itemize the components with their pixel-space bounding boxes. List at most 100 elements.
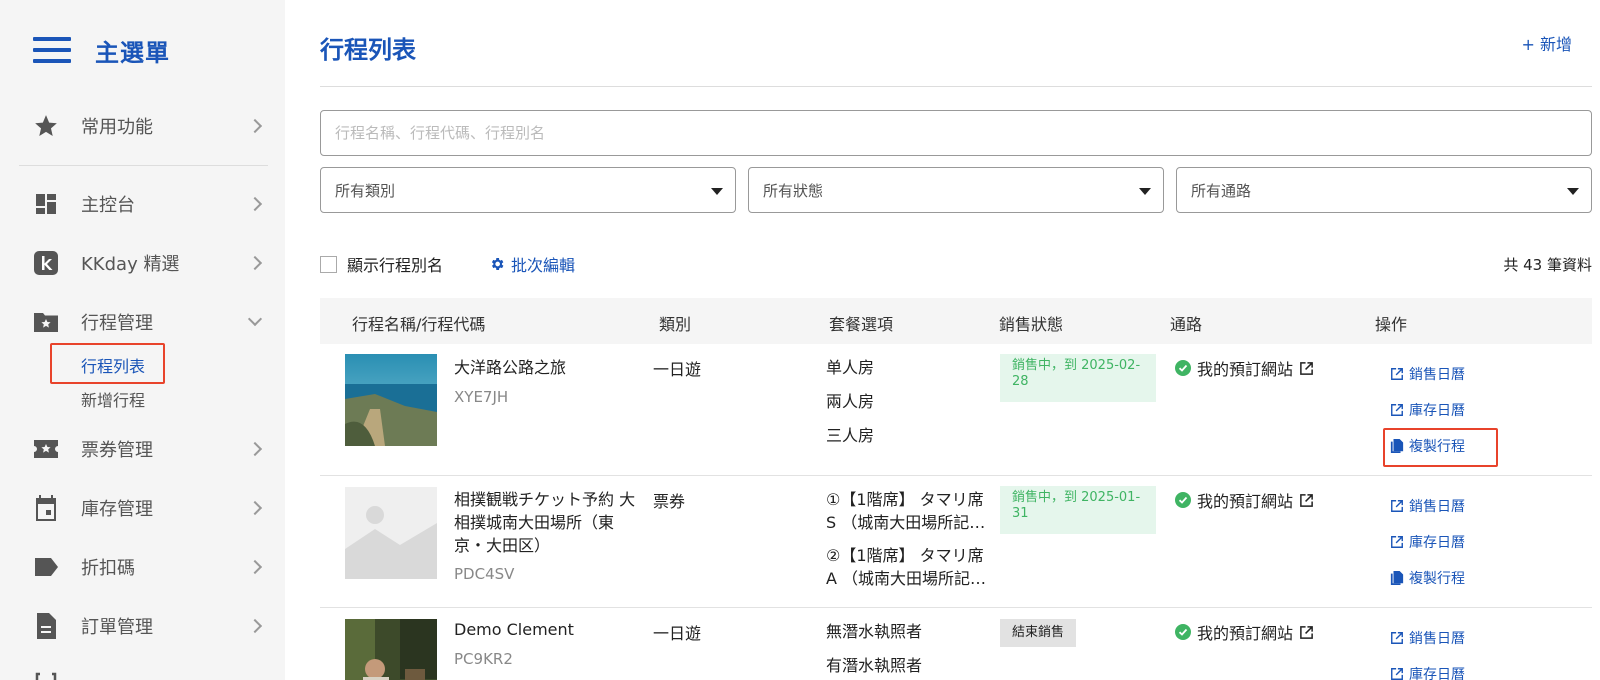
trip-code: PDC4SV xyxy=(454,565,515,583)
chevron-right-icon xyxy=(247,118,263,134)
dropdown-caret-icon xyxy=(1139,188,1151,195)
trip-thumbnail[interactable] xyxy=(345,619,437,680)
copy-trip-label: 複製行程 xyxy=(1409,571,1465,587)
sidebar-item-label: 主控台 xyxy=(81,195,135,216)
inventory-calendar-link[interactable]: 庫存日曆 xyxy=(1390,400,1465,420)
sidebar-item-label: 折扣碼 xyxy=(81,558,135,579)
status-select[interactable]: 所有狀態 xyxy=(748,167,1164,213)
batch-edit-label: 批次編輯 xyxy=(511,256,576,275)
dropdown-caret-icon xyxy=(1567,188,1579,195)
toolbar: 顯示行程別名 批次編輯 共 43 筆資料 xyxy=(320,251,1592,277)
status-badge: 銷售中，到 2025-02-28 xyxy=(1000,354,1156,402)
search-input[interactable] xyxy=(320,110,1592,156)
trip-name: 大洋路公路之旅 xyxy=(454,358,567,377)
trip-code: XYE7JH xyxy=(454,388,509,406)
main-content: 行程列表 + 新增 所有類別 所有狀態 所有通路 顯示行程別名 批次編輯 共 4… xyxy=(320,0,1592,680)
channel-select[interactable]: 所有通路 xyxy=(1176,167,1592,213)
folder-star-icon xyxy=(33,309,59,335)
inventory-calendar-link[interactable]: 庫存日曆 xyxy=(1390,664,1465,680)
external-link-icon xyxy=(1390,367,1404,381)
chevron-right-icon xyxy=(247,441,263,457)
copy-trip-link[interactable]: 複製行程 xyxy=(1390,436,1465,456)
channel-cell: 我的預訂網站 xyxy=(1175,488,1314,512)
status-select-value: 所有狀態 xyxy=(763,181,824,200)
add-button-label: 新增 xyxy=(1539,35,1572,54)
dropdown-caret-icon xyxy=(711,188,723,195)
sidebar-item-label: 訂單管理 xyxy=(81,617,153,638)
show-alias-checkbox[interactable] xyxy=(320,255,337,273)
bracket-icon xyxy=(33,671,59,680)
table-row: 相撲観戦チケット予約 大相撲城南大田場所（東京・大田区） PDC4SV 票券 ①… xyxy=(320,476,1592,608)
package-option: 单人房 xyxy=(826,358,875,377)
dashboard-icon xyxy=(33,191,59,217)
ticket-icon xyxy=(33,436,59,462)
sales-calendar-link[interactable]: 銷售日曆 xyxy=(1390,628,1465,648)
package-option: 兩人房 xyxy=(826,392,875,411)
trip-category: 一日遊 xyxy=(653,360,702,379)
batch-edit-button[interactable]: 批次編輯 xyxy=(489,252,575,276)
plus-icon: + xyxy=(1521,35,1535,54)
channel-cell: 我的預訂網站 xyxy=(1175,356,1314,380)
copy-trip-link[interactable]: 複製行程 xyxy=(1390,568,1465,588)
chevron-right-icon xyxy=(247,500,263,516)
sidebar-item-inventory-management[interactable]: 庫存管理 xyxy=(33,488,268,528)
sales-calendar-link[interactable]: 銷售日曆 xyxy=(1390,496,1465,516)
package-option: 三人房 xyxy=(826,426,875,445)
header-status: 銷售狀態 xyxy=(999,315,1064,334)
sidebar-item-partial[interactable] xyxy=(33,664,268,680)
check-circle-icon xyxy=(1175,360,1191,376)
trip-thumbnail-placeholder[interactable] xyxy=(345,487,437,579)
chevron-down-icon xyxy=(247,311,263,327)
sidebar-item-kkday-picks[interactable]: KKday 精選 xyxy=(33,243,268,283)
hamburger-menu-icon[interactable] xyxy=(33,37,71,63)
channel-name: 我的預訂網站 xyxy=(1197,360,1294,379)
channel-name: 我的預訂網站 xyxy=(1197,624,1294,643)
package-option: ①【1階席】 タマリ席S （城南大田場所記… xyxy=(826,490,986,532)
title-divider xyxy=(320,86,1592,87)
sales-calendar-link[interactable]: 銷售日曆 xyxy=(1390,364,1465,384)
package-option: ②【1階席】 タマリ席A （城南大田場所記… xyxy=(826,546,987,588)
inventory-calendar-label: 庫存日曆 xyxy=(1409,667,1465,680)
trip-code: PC9KR2 xyxy=(454,650,513,668)
chevron-right-icon xyxy=(247,618,263,634)
trip-category: 票券 xyxy=(653,492,686,511)
status-badge: 結束銷售 xyxy=(1000,619,1077,647)
external-link-icon[interactable] xyxy=(1299,493,1314,508)
trip-category: 一日遊 xyxy=(653,624,702,643)
check-circle-icon xyxy=(1175,624,1191,640)
add-button[interactable]: + 新增 xyxy=(1521,31,1572,55)
copy-icon xyxy=(1390,571,1404,585)
kkday-logo-icon xyxy=(33,250,59,276)
sidebar-item-order-management[interactable]: 訂單管理 xyxy=(33,606,268,646)
sidebar-item-ticket-management[interactable]: 票券管理 xyxy=(33,429,268,469)
package-option: 有潛水執照者 xyxy=(826,656,923,675)
external-link-icon xyxy=(1390,631,1404,645)
sidebar-item-dashboard[interactable]: 主控台 xyxy=(33,184,268,224)
sales-calendar-label: 銷售日曆 xyxy=(1409,631,1465,647)
external-link-icon xyxy=(1390,535,1404,549)
tag-icon xyxy=(33,554,59,580)
sidebar-item-favorites[interactable]: 常用功能 xyxy=(33,106,268,146)
channel-select-value: 所有通路 xyxy=(1191,181,1252,200)
category-select-value: 所有類別 xyxy=(335,181,396,200)
sidebar-item-trip-management[interactable]: 行程管理 xyxy=(33,302,268,342)
trip-thumbnail[interactable] xyxy=(345,354,437,446)
external-link-icon[interactable] xyxy=(1299,361,1314,376)
external-link-icon xyxy=(1390,499,1404,513)
sidebar-subitem-new-trip[interactable]: 新增行程 xyxy=(81,387,145,411)
external-link-icon xyxy=(1390,667,1404,680)
external-link-icon xyxy=(1390,403,1404,417)
sidebar-subitem-trip-list[interactable]: 行程列表 xyxy=(81,353,145,377)
star-icon xyxy=(33,113,59,139)
header-packages: 套餐選項 xyxy=(829,315,894,334)
table-row: 大洋路公路之旅 XYE7JH 一日遊 单人房 兩人房 三人房 銷售中，到 202… xyxy=(320,344,1592,476)
category-select[interactable]: 所有類別 xyxy=(320,167,736,213)
sidebar-item-label: 常用功能 xyxy=(81,117,153,138)
inventory-calendar-link[interactable]: 庫存日曆 xyxy=(1390,532,1465,552)
gear-icon xyxy=(489,256,505,272)
trip-name: Demo Clement xyxy=(454,620,574,639)
total-count: 共 43 筆資料 xyxy=(1503,255,1592,274)
sidebar-item-label: 票券管理 xyxy=(81,440,153,461)
external-link-icon[interactable] xyxy=(1299,625,1314,640)
sidebar-item-discount-code[interactable]: 折扣碼 xyxy=(33,547,268,587)
